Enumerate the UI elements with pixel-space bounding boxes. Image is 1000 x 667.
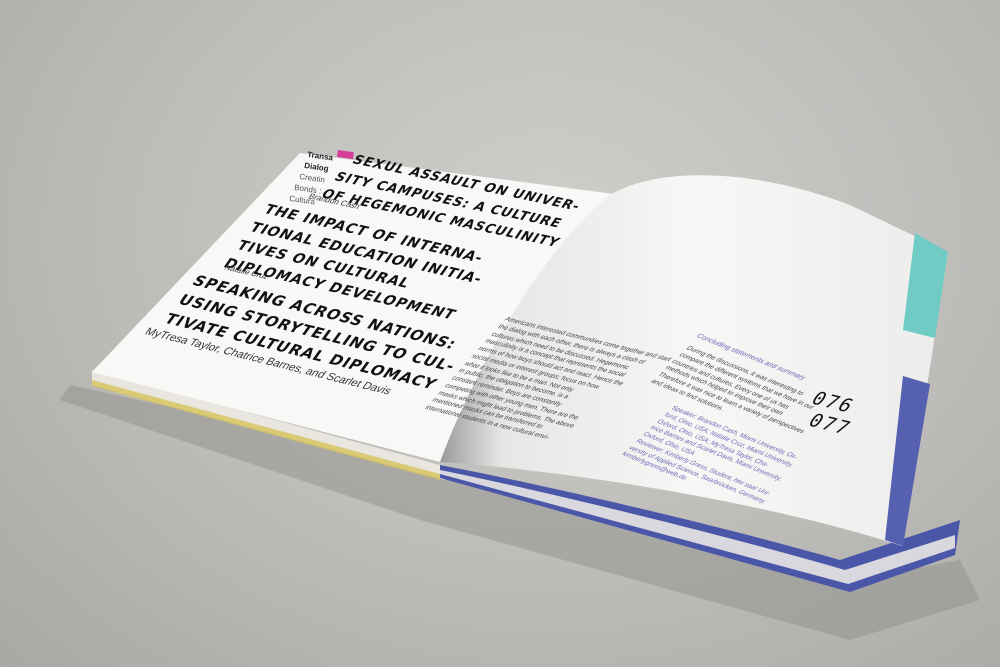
magenta-mark <box>337 150 354 160</box>
open-magazine <box>60 150 980 640</box>
photo-scene: Transa Dialog Creatin Bonds : Cultura SE… <box>0 0 1000 667</box>
